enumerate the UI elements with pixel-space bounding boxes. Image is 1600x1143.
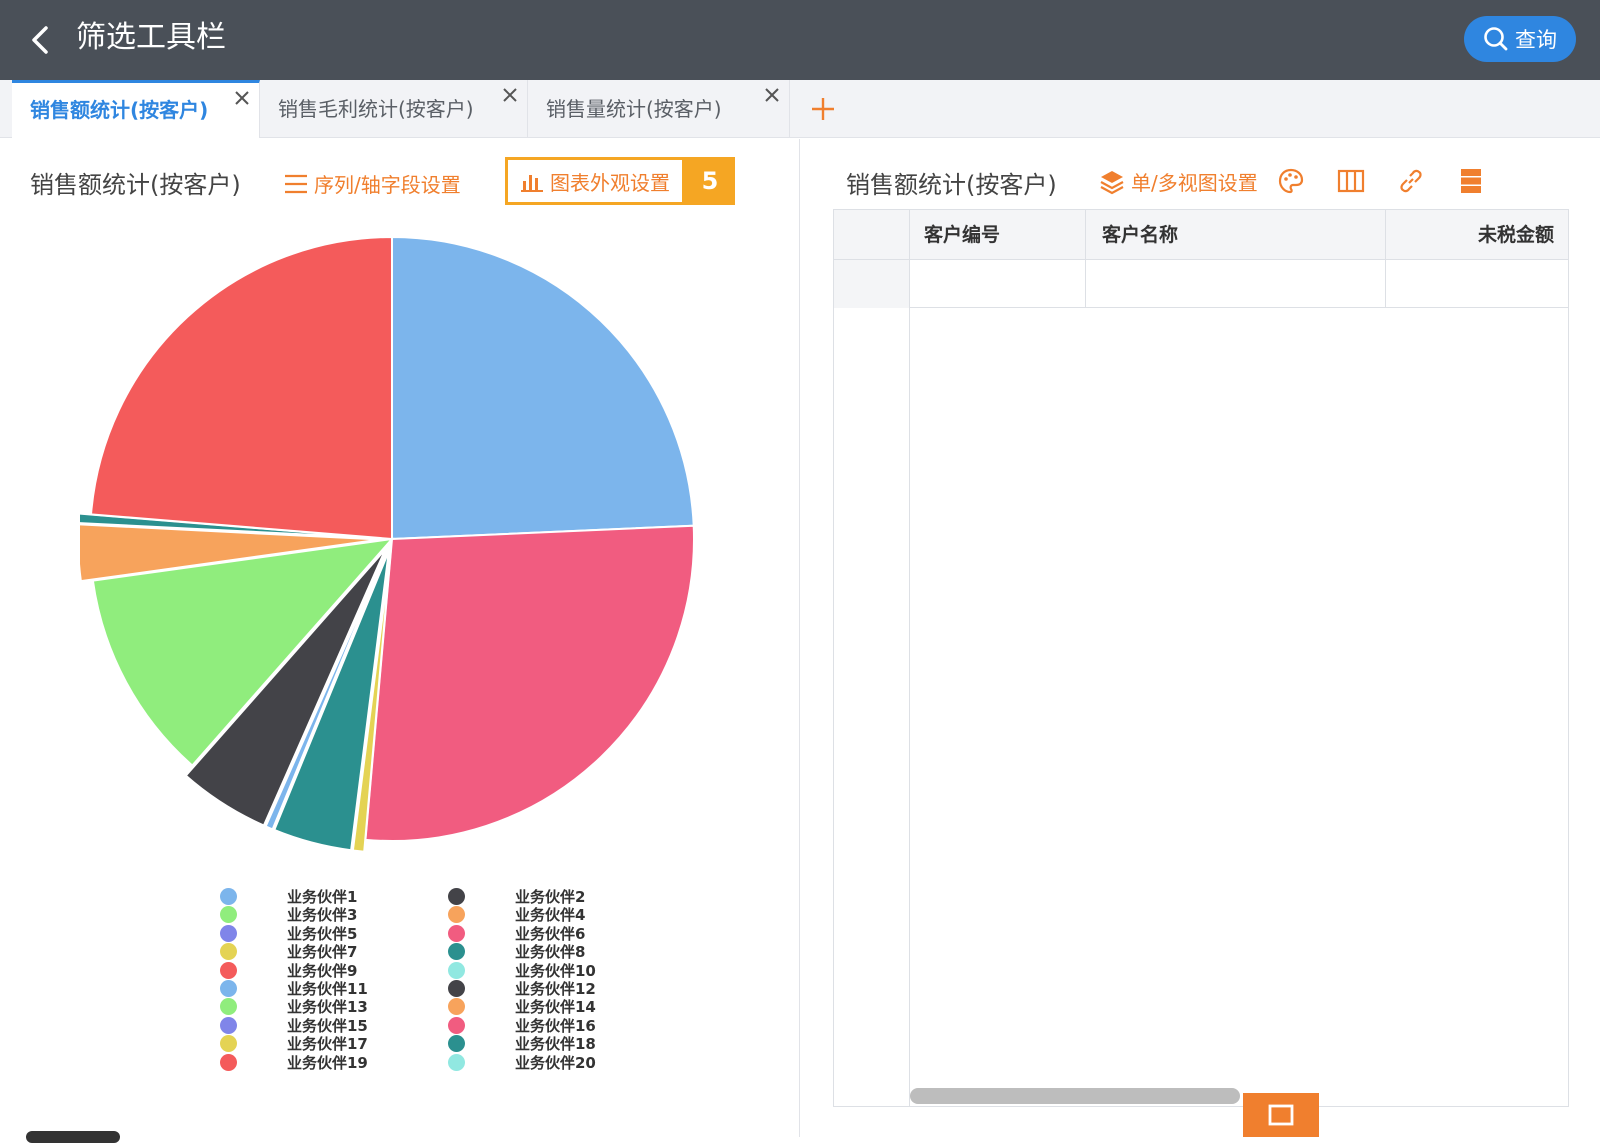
legend-item[interactable]: 业务伙伴20 [448,1053,596,1072]
legend-item[interactable]: 业务伙伴1 [220,887,357,906]
legend-marker [220,888,237,905]
chevron-left-icon [32,26,48,54]
pie-chart [80,235,695,853]
legend-item[interactable]: 业务伙伴3 [220,905,357,924]
fullscreen-button[interactable] [1243,1093,1319,1137]
legend-item[interactable]: 业务伙伴11 [220,979,368,998]
legend-label: 业务伙伴19 [287,1053,368,1072]
legend-marker [220,943,237,961]
legend-item[interactable]: 业务伙伴5 [220,924,357,943]
legend-marker [220,961,237,979]
layers-icon [1100,170,1124,194]
legend-marker [220,980,237,997]
legend-label: 业务伙伴20 [515,1053,596,1072]
legend-marker [220,1035,237,1053]
step-badge: 5 [685,157,735,205]
legend-marker [448,1016,465,1034]
legend-marker [220,906,237,924]
plus-icon[interactable] [808,94,838,124]
series-axis-settings-button[interactable]: 序列/轴字段设置 [284,169,461,198]
database-icon[interactable] [1457,167,1485,195]
row-number-header [834,210,910,260]
grid-header: 客户编号 客户名称 未税金额 [834,210,1568,260]
close-icon[interactable] [233,89,251,107]
column-header-untaxed-amount[interactable]: 未税金额 [1386,210,1568,260]
legend-item[interactable]: 业务伙伴12 [448,979,596,998]
legend-marker [220,1053,237,1071]
legend-item[interactable]: 业务伙伴14 [448,997,596,1016]
legend-item[interactable]: 业务伙伴8 [448,942,585,961]
close-icon[interactable] [501,86,519,104]
legend-marker [448,943,465,961]
legend-marker [448,924,465,942]
legend-item[interactable]: 业务伙伴6 [448,924,585,943]
legend-item[interactable]: 业务伙伴4 [448,905,585,924]
menu-lines-icon [285,174,307,193]
top-header: 筛选工具栏 查询 [0,0,1600,80]
tab-gross-profit[interactable]: 销售毛利统计(按客户) [260,80,528,138]
pie-slice[interactable] [364,524,695,842]
legend-marker [220,924,237,942]
page-title: 筛选工具栏 [76,20,226,55]
bar-chart-icon [521,175,543,192]
view-settings-button[interactable]: 单/多视图设置 [1099,167,1258,196]
legend-marker [448,961,465,979]
legend-marker [448,980,465,997]
tab-label: 销售额统计(按客户) [30,98,209,122]
legend-marker [220,1016,237,1034]
series-axis-settings-label: 序列/轴字段设置 [314,173,461,197]
search-icon [1484,27,1508,51]
legend-item[interactable]: 业务伙伴15 [220,1016,368,1035]
tab-bar: 销售额统计(按客户) 销售毛利统计(按客户) 销售量统计(按客户) [0,80,1600,138]
data-grid: 客户编号 客户名称 未税金额 [833,209,1569,1107]
table-panel: 销售额统计(按客户) 单/多视图设置 客户编号 客户名称 未税金额 [801,139,1600,1137]
legend-item[interactable]: 业务伙伴2 [448,887,585,906]
column-header-customer-name[interactable]: 客户名称 [1086,210,1386,260]
legend-marker [448,998,465,1016]
legend-item[interactable]: 业务伙伴18 [448,1034,596,1053]
pie-slice[interactable] [391,235,695,541]
tab-label: 销售量统计(按客户) [546,97,722,121]
tab-label: 销售毛利统计(按客户) [278,97,474,121]
table-cell[interactable] [910,260,1086,308]
row-number-column [834,308,910,1106]
horizontal-scrollbar[interactable] [910,1088,1240,1104]
chart-panel-title: 销售额统计(按客户) [30,171,241,199]
link-icon[interactable] [1397,167,1425,195]
legend-item[interactable]: 业务伙伴19 [220,1053,368,1072]
legend-item[interactable]: 业务伙伴17 [220,1034,368,1053]
chart-appearance-settings-label: 图表外观设置 [550,170,670,195]
back-button[interactable] [22,22,58,58]
tab-sales-volume[interactable]: 销售量统计(按客户) [528,80,790,138]
view-settings-label: 单/多视图设置 [1131,171,1258,195]
legend-item[interactable]: 业务伙伴9 [220,961,357,980]
columns-icon[interactable] [1337,167,1365,195]
legend-item[interactable]: 业务伙伴13 [220,997,368,1016]
legend-marker [448,888,465,905]
legend-marker [448,906,465,924]
query-button-label: 查询 [1515,28,1557,52]
legend-item[interactable]: 业务伙伴16 [448,1016,596,1035]
close-icon[interactable] [763,86,781,104]
tab-sales-amount[interactable]: 销售额统计(按客户) [12,80,260,138]
palette-icon[interactable] [1277,167,1305,195]
row-number-cell [834,260,910,308]
legend-marker [448,1053,465,1071]
pie-slice[interactable] [89,235,393,541]
scrollbar[interactable] [26,1131,120,1143]
table-row[interactable] [834,260,1568,308]
legend-marker [220,998,237,1016]
chart-panel: 销售额统计(按客户) 序列/轴字段设置 图表外观设置 5 业务伙伴1 业务伙伴2 业… [0,139,800,1143]
query-button[interactable]: 查询 [1464,16,1576,62]
legend-marker [448,1035,465,1053]
legend-item[interactable]: 业务伙伴10 [448,961,596,980]
table-panel-title: 销售额统计(按客户) [846,171,1057,199]
square-icon [1268,1104,1294,1126]
legend-item[interactable]: 业务伙伴7 [220,942,357,961]
chart-appearance-settings-button[interactable]: 图表外观设置 [505,157,685,205]
table-cell[interactable] [1086,260,1386,308]
column-header-customer-code[interactable]: 客户编号 [910,210,1086,260]
